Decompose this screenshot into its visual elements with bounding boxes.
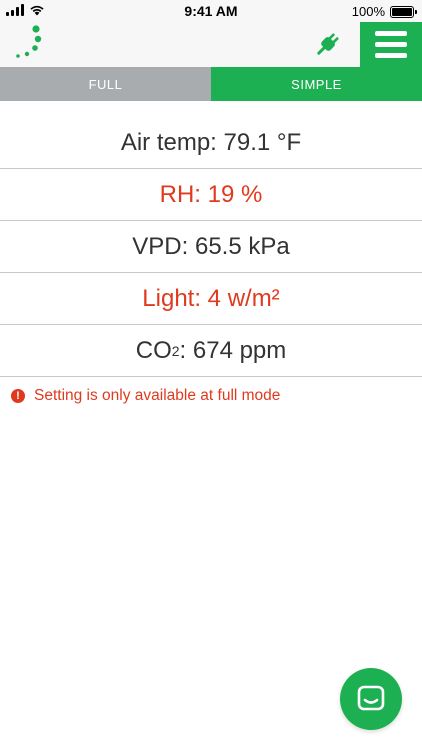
tab-simple[interactable]: SIMPLE: [211, 67, 422, 101]
notice-text: Setting is only available at full mode: [34, 387, 281, 404]
reading-light: Light: 4 w/m²: [0, 273, 422, 325]
alert-icon: !: [11, 389, 25, 403]
reading-vpd: VPD: 65.5 kPa: [0, 221, 422, 273]
co2-subscript: 2: [171, 342, 180, 359]
reading-air-temp: Air temp: 79.1 °F: [0, 117, 422, 169]
menu-bar-top: [375, 31, 407, 36]
chat-bubble-icon: [357, 685, 385, 711]
menu-bar-middle: [375, 42, 407, 47]
co2-value: : 674 ppm: [179, 336, 287, 364]
tab-full[interactable]: FULL: [0, 67, 211, 101]
full-mode-notice: ! Setting is only available at full mode: [11, 387, 280, 405]
reading-co2: CO 2: 674 ppm: [0, 325, 422, 377]
readings-list: Air temp: 79.1 °F RH: 19 % VPD: 65.5 kPa…: [0, 117, 422, 377]
plug-icon[interactable]: [311, 29, 343, 61]
co2-label: CO: [135, 336, 172, 364]
reading-rh: RH: 19 %: [0, 169, 422, 221]
mode-tabs: FULL SIMPLE: [0, 67, 422, 101]
hamburger-menu-button[interactable]: [360, 22, 422, 67]
status-bar: 9:41 AM 100%: [0, 0, 422, 22]
menu-bar-bottom: [375, 53, 407, 58]
status-right: 100%: [351, 4, 417, 19]
app-header: [0, 22, 422, 67]
chat-button[interactable]: [340, 668, 402, 730]
battery-icon: [390, 5, 417, 18]
battery-percent: 100%: [351, 4, 385, 19]
loading-dots-logo-icon: [16, 25, 42, 58]
